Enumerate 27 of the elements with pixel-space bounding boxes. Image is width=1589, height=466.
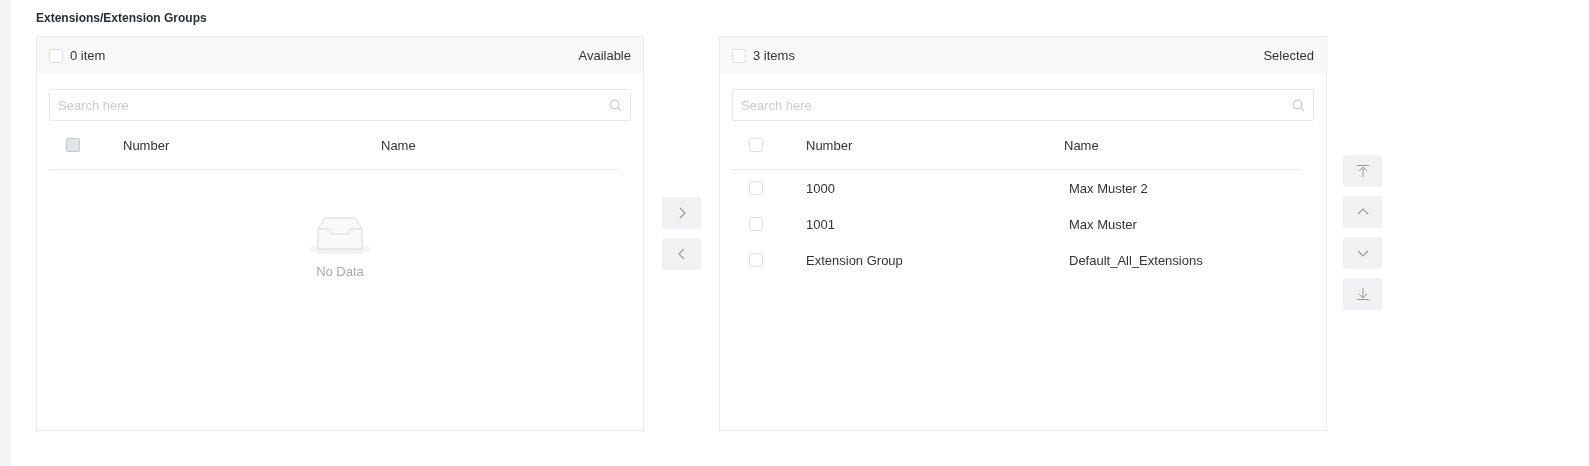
table-cell-text: Max Muster 2 xyxy=(1068,180,1149,196)
checkbox[interactable] xyxy=(749,253,763,267)
table-cell-text: Extension Group xyxy=(806,252,904,268)
table-cell-text: Max Muster xyxy=(1068,216,1138,232)
table-cell-text: 1001 xyxy=(806,216,836,232)
empty-text: No Data xyxy=(316,264,364,279)
item-count: 0 item xyxy=(70,48,106,63)
empty-inbox-icon xyxy=(308,215,372,256)
column-header: Name xyxy=(1064,137,1100,153)
move-to-top-icon xyxy=(1355,164,1370,178)
search-icon xyxy=(609,99,622,112)
item-count: 3 items xyxy=(753,48,795,63)
panel-title: Available xyxy=(578,48,631,63)
checkbox[interactable] xyxy=(49,48,63,63)
checkbox[interactable] xyxy=(732,48,746,63)
search-icon xyxy=(1292,99,1305,112)
move-to-bottom-icon xyxy=(1355,287,1370,301)
checkbox[interactable] xyxy=(749,138,763,152)
column-header: Name xyxy=(381,137,417,153)
table-cell-text: 1000 xyxy=(806,180,836,196)
column-header: Number xyxy=(123,137,171,153)
table-cell-text: Default_All_Extensions xyxy=(1068,252,1204,268)
checkbox[interactable] xyxy=(749,217,763,231)
column-header: Number xyxy=(806,137,854,153)
panel-title: Selected xyxy=(1263,48,1314,63)
checkbox[interactable] xyxy=(749,181,763,195)
section-title: Extensions/Extension Groups xyxy=(36,11,208,25)
